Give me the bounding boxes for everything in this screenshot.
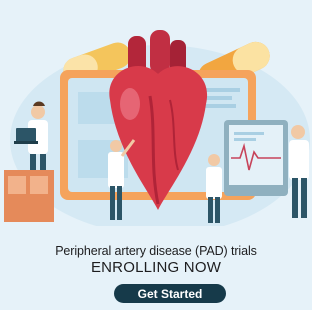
ad-headline: Peripheral artery disease (PAD) trials <box>55 244 257 258</box>
laptop-icon <box>14 128 38 144</box>
heart-hospital-illustration <box>0 30 312 238</box>
get-started-button[interactable]: Get Started <box>114 284 226 303</box>
pad-trial-ad-banner[interactable]: Peripheral artery disease (PAD) trials E… <box>0 0 312 310</box>
monitor-illustration <box>224 120 288 196</box>
ad-subheadline: ENROLLING NOW <box>90 259 222 276</box>
